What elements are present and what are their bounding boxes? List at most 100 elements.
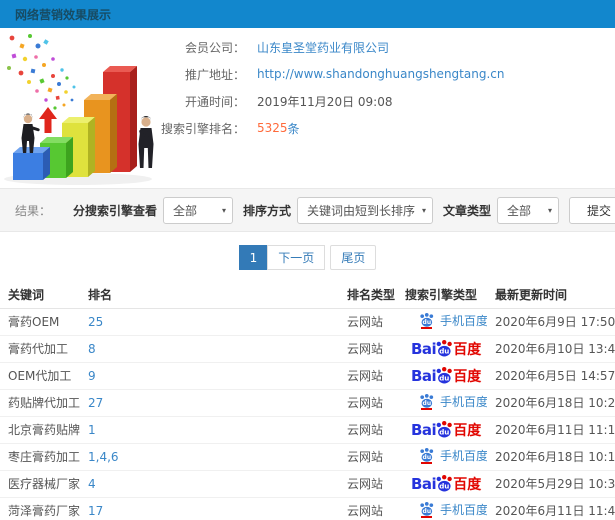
keyword-cell: 北京膏药贴牌	[0, 416, 80, 444]
red-underline	[421, 408, 432, 411]
page-number-current[interactable]: 1	[238, 245, 269, 270]
red-underline	[421, 462, 432, 465]
confetti-dots	[7, 34, 76, 110]
results-table: 关键词 排名 排名类型 搜索引擎类型 最新更新时间 膏药OEM 25 云网站 d…	[0, 282, 615, 520]
rank-count-unit[interactable]: 条	[288, 120, 300, 137]
table-row: OEM代加工 9 云网站 Bai du 百度 2020年6月5日 14:57	[0, 362, 615, 390]
col-rank: 排名	[80, 282, 339, 309]
table-row: 枣庄膏药加工 1,4,6 云网站 du 手机百度 2020年6月18日 10:1…	[0, 443, 615, 471]
sort-filter-label: 排序方式	[242, 203, 291, 218]
up-arrow-icon	[39, 107, 57, 133]
rank-link[interactable]: 1,4,6	[88, 450, 119, 464]
rank-cell: 25	[80, 308, 339, 336]
page-title: 网络营销效果展示	[15, 7, 112, 22]
svg-text:du: du	[423, 508, 432, 515]
engine-select[interactable]: 全部 ▾	[162, 196, 233, 224]
baidu-paw-icon: du	[419, 447, 435, 465]
pagination: 1 下一页 尾页	[0, 232, 615, 282]
next-page-button[interactable]: 下一页	[267, 245, 326, 270]
baidu-paw-icon: du	[419, 501, 435, 519]
svg-text:du: du	[423, 454, 432, 461]
keyword-cell: 药贴牌代加工	[0, 389, 80, 417]
mobile-baidu-logo: du 手机百度	[419, 393, 487, 411]
rank-type-cell: 云网站	[339, 497, 397, 520]
page: 网络营销效果展示 会员公司： 山东皇圣堂药业有限公司 推广地址： http://…	[0, 0, 615, 520]
rank-cell: 8	[80, 335, 339, 363]
mobile-baidu-logo: du 手机百度	[419, 312, 487, 330]
mobile-baidu-logo: du 手机百度	[419, 447, 487, 465]
rank-type-cell: 云网站	[339, 389, 397, 417]
table-row: 医疗器械厂家 4 云网站 Bai du 百度 2020年5月29日 10:32	[0, 470, 615, 498]
mobile-baidu-label: 手机百度	[440, 394, 487, 409]
baidu-paw-icon: du	[436, 421, 453, 438]
baidu-cn-text: 百度	[453, 476, 482, 493]
rank-cell: 4	[80, 470, 339, 498]
rank-link[interactable]: 17	[88, 504, 103, 518]
growth-chart-graphic	[4, 34, 154, 185]
table-row: 膏药OEM 25 云网站 du 手机百度 2020年6月9日 17:50	[0, 308, 615, 336]
engine-cell: Bai du 百度	[397, 470, 487, 498]
rank-type-cell: 云网站	[339, 308, 397, 336]
rank-link[interactable]: 1	[88, 423, 96, 437]
rank-link[interactable]: 4	[88, 477, 96, 491]
submit-button[interactable]: 提交	[569, 196, 615, 224]
company-name-link[interactable]: 山东皇圣堂药业有限公司	[257, 39, 389, 56]
engine-cell: du 手机百度	[397, 497, 487, 520]
col-rank-type: 排名类型	[339, 282, 397, 309]
baidu-cn-text: 百度	[453, 422, 482, 439]
col-engine-type: 搜索引擎类型	[397, 282, 487, 309]
bar-chart-illustration	[0, 30, 185, 188]
chevron-down-icon: ▾	[221, 205, 226, 215]
article-type-label: 文章类型	[442, 203, 491, 218]
rank-link[interactable]: 27	[88, 396, 103, 410]
red-underline	[421, 516, 432, 519]
baidu-paw-icon: du	[419, 312, 435, 330]
baidu-bai-text: Bai	[411, 420, 437, 439]
promo-url-link[interactable]: http://www.shandonghuangshengtang.cn	[257, 67, 504, 81]
open-time-value: 2019年11月20日 09:08	[257, 94, 393, 109]
col-keyword: 关键词	[0, 282, 80, 309]
table-header-row: 关键词 排名 排名类型 搜索引擎类型 最新更新时间	[0, 282, 615, 309]
col-updated: 最新更新时间	[487, 282, 615, 309]
baidu-bai-text: Bai	[411, 339, 437, 358]
mobile-baidu-label: 手机百度	[440, 313, 487, 328]
engine-cell: Bai du 百度	[397, 416, 487, 444]
result-label: 结果：	[15, 203, 52, 218]
company-info: 会员公司： 山东皇圣堂药业有限公司 推广地址： http://www.shand…	[153, 28, 615, 137]
info-row-rank-count: 搜索引擎排名： 5325 条	[153, 120, 615, 137]
baidu-logo: Bai du 百度	[411, 420, 481, 440]
rank-cell: 1,4,6	[80, 443, 339, 471]
sort-select[interactable]: 关键词由短到长排序 ▾	[296, 196, 433, 224]
chevron-down-icon: ▾	[422, 205, 427, 215]
rank-link[interactable]: 8	[88, 342, 96, 356]
baidu-logo: Bai du 百度	[411, 474, 481, 494]
keyword-cell: 膏药OEM	[0, 308, 80, 336]
update-time-cell: 2020年6月18日 10:25	[487, 389, 615, 417]
rank-cell: 1	[80, 416, 339, 444]
rank-type-cell: 云网站	[339, 335, 397, 363]
svg-text:du: du	[423, 400, 432, 407]
mobile-baidu-label: 手机百度	[440, 502, 487, 517]
baidu-cn-text: 百度	[453, 368, 482, 385]
svg-text:du: du	[423, 319, 432, 326]
keyword-cell: OEM代加工	[0, 362, 80, 390]
rank-type-cell: 云网站	[339, 443, 397, 471]
baidu-bai-text: Bai	[411, 366, 437, 385]
keyword-cell: 医疗器械厂家	[0, 470, 80, 498]
rank-count-value: 5325	[257, 121, 288, 135]
baidu-cn-text: 百度	[453, 341, 482, 358]
baidu-paw-icon: du	[436, 340, 453, 357]
keyword-cell: 菏泽膏药厂家	[0, 497, 80, 520]
last-page-button[interactable]: 尾页	[330, 245, 377, 270]
baidu-paw-icon: du	[436, 367, 453, 384]
engine-cell: Bai du 百度	[397, 335, 487, 363]
rank-link[interactable]: 25	[88, 315, 103, 329]
table-row: 北京膏药贴牌 1 云网站 Bai du 百度 2020年6月11日 11:18	[0, 416, 615, 444]
update-time-cell: 2020年6月10日 13:40	[487, 335, 615, 363]
update-time-cell: 2020年5月29日 10:32	[487, 470, 615, 498]
svg-text:du: du	[439, 482, 449, 491]
baidu-logo: Bai du 百度	[411, 366, 481, 386]
article-type-select[interactable]: 全部 ▾	[497, 196, 559, 224]
rank-link[interactable]: 9	[88, 369, 96, 383]
engine-filter-label: 分搜索引擎查看	[72, 203, 157, 218]
